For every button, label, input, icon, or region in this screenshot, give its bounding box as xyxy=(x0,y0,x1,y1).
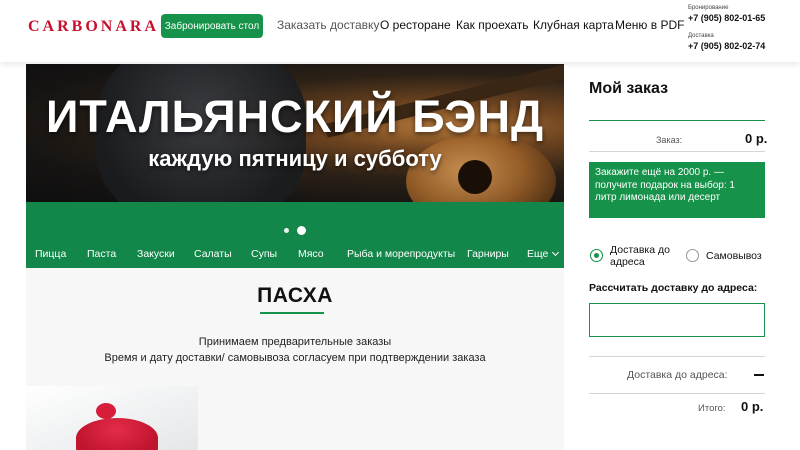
section-title: ПАСХА xyxy=(257,284,333,307)
pickup-option-label[interactable]: Самовывоз xyxy=(706,250,762,262)
divider xyxy=(589,356,765,357)
divider xyxy=(589,151,765,152)
banner-subtitle: каждую пятницу и субботу xyxy=(148,146,442,171)
calc-delivery-label: Рассчитать доставку до адреса: xyxy=(589,282,758,294)
delivery-option-label[interactable]: Доставка до адреса xyxy=(610,244,680,268)
category-pizza[interactable]: Пицца xyxy=(35,248,66,260)
title-underline xyxy=(260,312,324,314)
book-table-button[interactable]: Забронировать стол xyxy=(161,14,263,38)
nav-club-card[interactable]: Клубная карта xyxy=(533,18,614,32)
delivery-cost-dash xyxy=(754,374,764,376)
promo-banner[interactable]: ИТАЛЬЯНСКИЙ БЭНД каждую пятницу и суббот… xyxy=(26,64,564,202)
category-fish-seafood[interactable]: Рыба и морепродукты xyxy=(347,248,455,260)
nav-about[interactable]: О ресторане xyxy=(380,18,451,32)
slider-dot-2-active[interactable] xyxy=(297,226,306,235)
order-title: Мой заказ xyxy=(589,80,669,97)
delivery-cost-label: Доставка до адреса: xyxy=(627,369,728,381)
nav-menu-pdf[interactable]: Меню в PDF xyxy=(615,18,684,32)
banner-title: ИТАЛЬЯНСКИЙ БЭНД xyxy=(45,91,545,142)
page: CARBONARA Забронировать стол Заказать до… xyxy=(0,0,800,450)
total-value: 0 р. xyxy=(741,399,764,414)
nav-directions[interactable]: Как проехать xyxy=(456,18,529,32)
delivery-radio[interactable] xyxy=(590,249,603,262)
menu-section: ПАСХА Принимаем предварительные заказы В… xyxy=(26,268,564,450)
order-sum-value: 0 р. xyxy=(745,131,768,146)
phone-block: Бронирование +7 (905) 802-01-65 Доставка… xyxy=(688,4,798,52)
divider xyxy=(589,393,765,394)
pickup-radio[interactable] xyxy=(686,249,699,262)
section-info-line-2: Время и дату доставки/ самовывоза соглас… xyxy=(104,352,486,364)
delivery-phone-number[interactable]: +7 (905) 802-02-74 xyxy=(688,40,798,52)
delivery-phone-label: Доставка xyxy=(688,33,714,39)
category-more[interactable]: Еще xyxy=(527,248,560,260)
slider-dot-1[interactable] xyxy=(284,228,289,233)
category-bar: Пицца Паста Закуски Салаты Супы Мясо Рыб… xyxy=(26,202,564,268)
address-input[interactable] xyxy=(589,303,765,337)
section-info-line-1: Принимаем предварительные заказы xyxy=(198,336,392,348)
logo[interactable]: CARBONARA xyxy=(28,18,159,36)
total-label: Итого: xyxy=(698,403,726,414)
category-appetizers[interactable]: Закуски xyxy=(137,248,175,260)
category-soups[interactable]: Супы xyxy=(251,248,277,260)
nav-delivery[interactable]: Заказать доставку xyxy=(277,18,379,32)
chevron-down-icon xyxy=(552,248,560,257)
easter-cake-image xyxy=(76,418,158,450)
booking-phone-label: Бронирование xyxy=(688,5,729,11)
order-sum-label: Заказ: xyxy=(656,135,683,145)
booking-phone-number[interactable]: +7 (905) 802-01-65 xyxy=(688,12,798,24)
category-meat[interactable]: Мясо xyxy=(298,248,324,260)
site-header: CARBONARA Забронировать стол Заказать до… xyxy=(0,0,800,62)
promo-gift-notice: Закажите ещё на 2000 р. — получите подар… xyxy=(589,162,765,218)
category-salads[interactable]: Салаты xyxy=(194,248,232,260)
divider xyxy=(589,120,765,121)
category-more-label: Еще xyxy=(527,248,549,260)
category-sides[interactable]: Гарниры xyxy=(467,248,509,260)
category-pasta[interactable]: Паста xyxy=(87,248,116,260)
